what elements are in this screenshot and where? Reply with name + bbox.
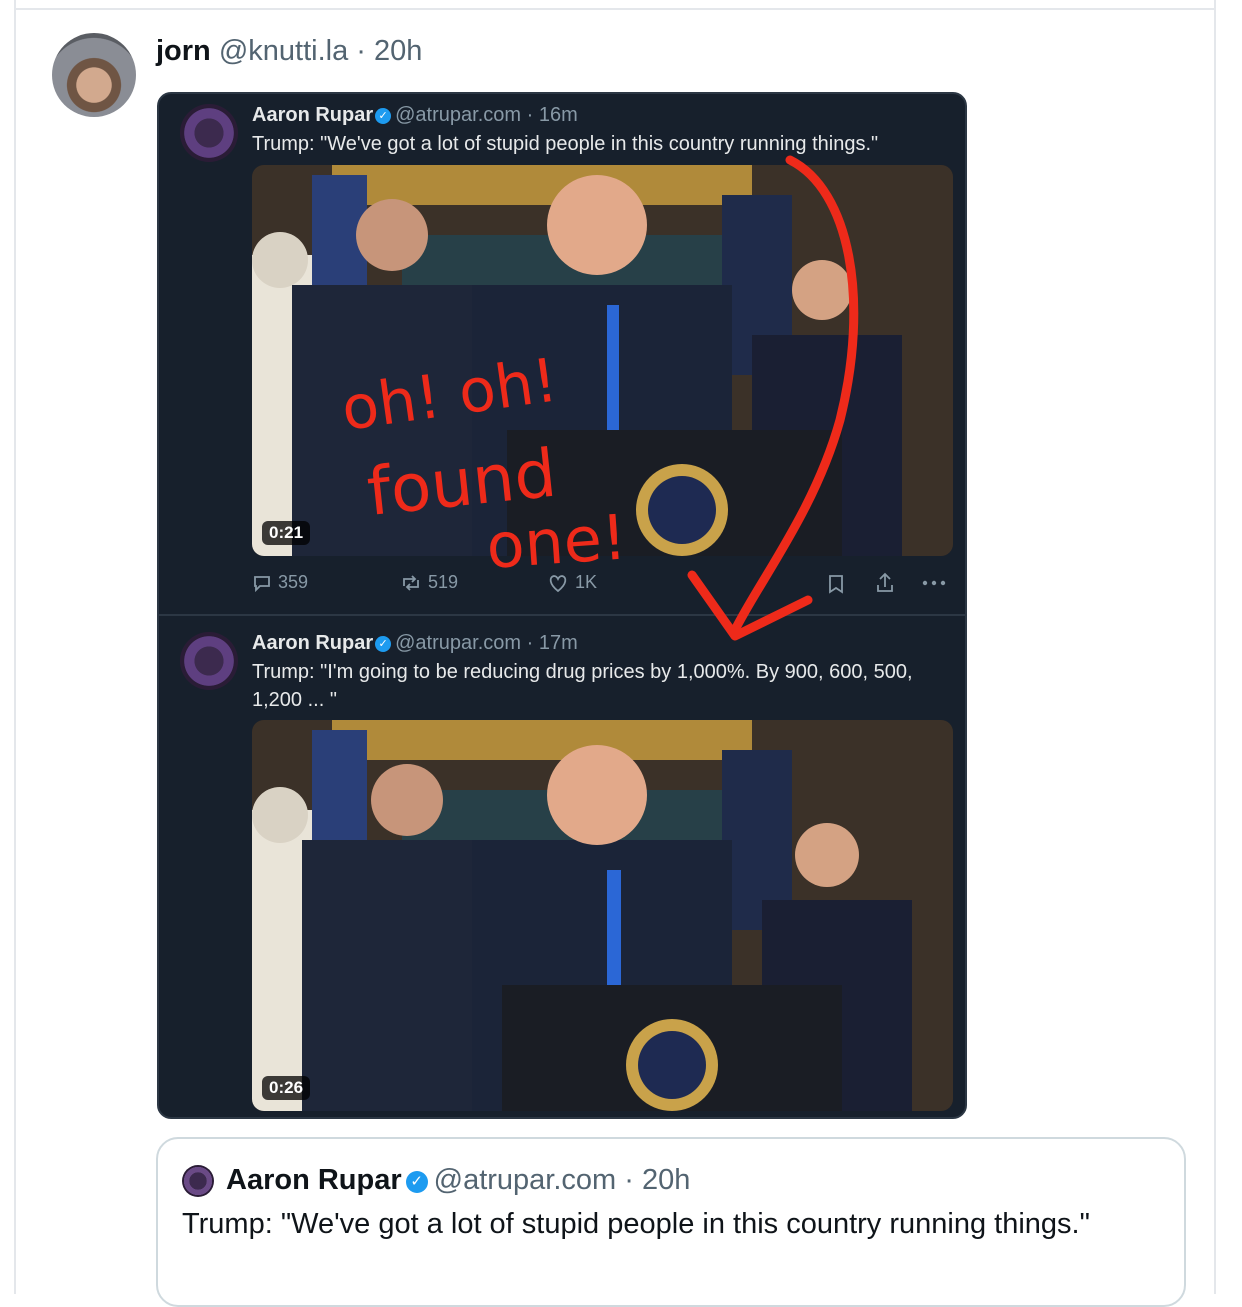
embedded-header: Aaron Rupar ✓ @atrupar.com · 17m xyxy=(252,630,578,656)
like-count: 1K xyxy=(575,572,598,592)
video-frame-1 xyxy=(252,165,953,556)
embedded-avatar xyxy=(180,104,238,162)
repost-icon xyxy=(403,574,419,591)
embedded-name: Aaron Rupar xyxy=(252,104,374,126)
embedded-video-2: 0:26 xyxy=(252,720,953,1111)
verified-badge-icon: ✓ xyxy=(375,108,392,124)
author-handle[interactable]: @knutti.la xyxy=(219,35,348,67)
embedded-header: Aaron Rupar ✓ @atrupar.com · 16m xyxy=(252,102,578,128)
bookmark-icon xyxy=(829,575,843,594)
quote-separator: · xyxy=(624,1164,634,1196)
embedded-text: Trump: "We've got a lot of stupid people… xyxy=(252,133,879,155)
reply-icon xyxy=(254,575,270,592)
repost-action: 519 xyxy=(400,572,458,593)
author-avatar[interactable] xyxy=(52,33,136,117)
video-duration: 0:26 xyxy=(262,1076,311,1100)
embedded-actions: 359 519 1K xyxy=(252,572,952,602)
embedded-name: Aaron Rupar xyxy=(252,632,374,654)
quote-header: Aaron Rupar ✓ @atrupar.com · 20h xyxy=(226,1160,690,1200)
embedded-handle: @atrupar.com xyxy=(395,104,522,126)
embedded-time: 16m xyxy=(538,104,578,126)
quote-avatar[interactable] xyxy=(182,1165,214,1197)
verified-badge-icon: ✓ xyxy=(405,1171,428,1193)
reply-count: 359 xyxy=(278,572,309,592)
more-icon xyxy=(922,580,946,586)
quote-author-handle[interactable]: @atrupar.com xyxy=(434,1164,617,1196)
author-name[interactable]: jorn xyxy=(156,35,211,67)
embedded-handle: @atrupar.com xyxy=(395,632,522,654)
tweet-divider xyxy=(159,614,965,616)
video-frame-2 xyxy=(252,720,953,1111)
embedded-time: 17m xyxy=(538,632,578,654)
reply-action: 359 xyxy=(252,572,308,593)
embedded-separator: · xyxy=(526,104,534,126)
post-timestamp[interactable]: 20h xyxy=(374,35,422,67)
quote-author-name[interactable]: Aaron Rupar xyxy=(226,1164,402,1196)
verified-badge-icon: ✓ xyxy=(375,636,392,652)
header-separator: · xyxy=(356,35,366,67)
embedded-separator: · xyxy=(526,632,534,654)
embedded-avatar xyxy=(180,632,238,690)
embedded-video-1: 0:21 xyxy=(252,165,953,556)
embedded-text: Trump: "I'm going to be reducing drug pr… xyxy=(252,661,913,711)
share-icon xyxy=(877,572,893,592)
like-icon xyxy=(549,574,567,592)
post-header: jorn @knutti.la · 20h xyxy=(156,31,422,71)
quote-text: Trump: "We've got a lot of stupid people… xyxy=(182,1208,1090,1240)
quote-timestamp[interactable]: 20h xyxy=(642,1164,690,1196)
attached-screenshot[interactable]: Aaron Rupar ✓ @atrupar.com · 16m Trump: "W… xyxy=(157,92,967,1119)
repost-count: 519 xyxy=(428,572,459,592)
video-duration: 0:21 xyxy=(262,521,311,545)
like-action: 1K xyxy=(547,572,597,593)
